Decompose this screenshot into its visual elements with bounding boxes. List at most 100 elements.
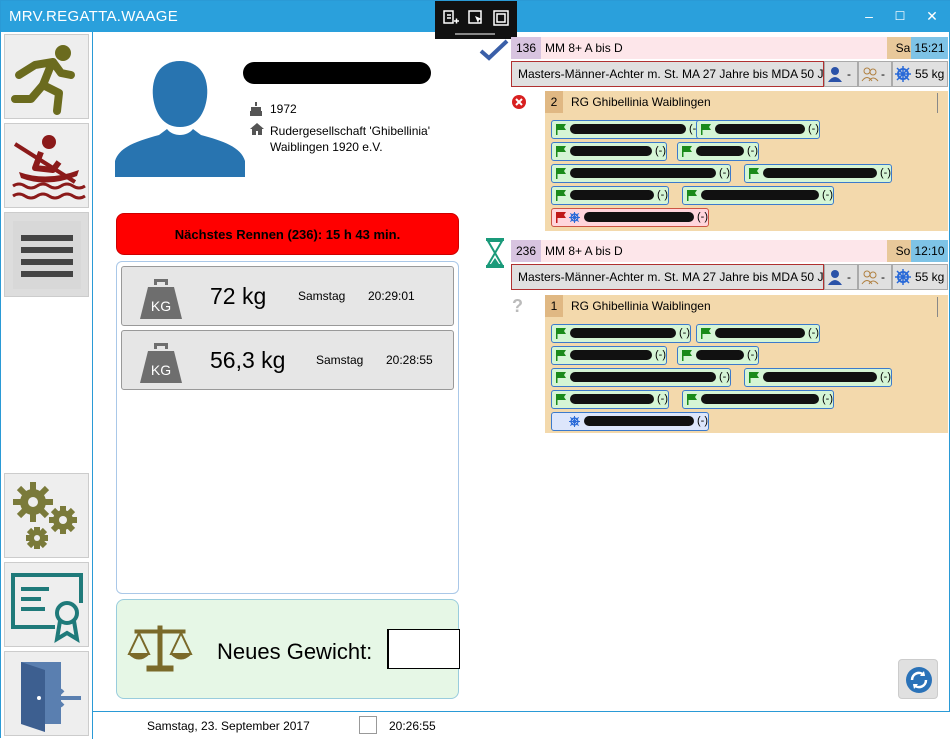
crew-lane: 2 [545,91,563,113]
minimize-button[interactable]: ‒ [859,6,879,26]
toolbar-handle[interactable] [455,33,495,35]
new-weight-panel: Neues Gewicht: [116,599,460,699]
participant-chip[interactable]: (-) [551,120,701,139]
rowers-box: - [824,61,858,87]
participant-status: (-) [747,145,758,157]
participant-name-redacted [701,190,819,201]
participant-chip[interactable]: (-) [551,142,667,161]
new-weight-input[interactable] [387,629,460,669]
live-tree-icon[interactable] [442,9,460,27]
race-number: 236 [511,240,541,262]
participant-status: (-) [822,189,833,201]
cox-weight-box: 55 kg [892,61,948,87]
flag-icon [556,146,566,157]
participant-chip[interactable]: (-) [551,164,731,183]
participant-name-redacted [570,146,652,157]
participant-chip[interactable]: (-) [744,368,892,387]
scale-icon [127,625,193,672]
status-indicator [359,716,377,734]
participant-name-redacted [570,372,716,383]
crew-club: RG Ghibellinia Waiblingen [571,299,711,313]
participant-chip[interactable]: (-) [744,164,892,183]
divider [937,93,938,113]
group-icon [861,270,879,285]
participant-chip[interactable]: (-) [551,324,691,343]
participant-name-redacted [570,168,716,179]
participant-chip[interactable]: (-) [551,368,731,387]
birthday-cake-icon [250,102,262,116]
participant-status: (-) [880,371,891,383]
maximize-button[interactable]: ☐ [890,6,910,26]
new-weight-label: Neues Gewicht: [217,639,373,664]
home-icon [250,123,264,135]
select-element-icon[interactable] [467,9,485,27]
kg-weight-icon: KG [140,343,182,383]
runner-icon [11,45,75,115]
weight-value: 72 kg [210,283,267,309]
layout-adorner-icon[interactable] [492,9,510,27]
nav-menu-button[interactable] [4,212,89,297]
participant-name-redacted [570,124,686,135]
race-header[interactable]: 236 MM 8+ A bis D So 12:10 [511,240,948,262]
svg-text:KG: KG [151,298,171,314]
flag-icon [749,168,759,179]
nav-exit-button[interactable] [4,651,89,736]
exit-icon [21,662,81,732]
nav-rowing-button[interactable] [4,123,89,208]
participant-status: (-) [808,123,819,135]
participant-chip[interactable]: (-) [682,186,834,205]
status-time: 20:26:55 [389,719,436,733]
flag-icon [556,394,566,405]
error-icon [512,95,526,109]
participant-chip[interactable]: (-) [551,186,669,205]
svg-text:KG: KG [151,362,171,378]
participant-status: (-) [719,167,730,179]
team-count: - [881,67,885,81]
race-header[interactable]: 136 MM 8+ A bis D Sa 15:21 [511,37,948,59]
participant-name-redacted [715,124,805,135]
unknown-status-icon: ? [512,296,523,316]
participant-chip[interactable]: (-) [551,346,667,365]
debug-toolbar [435,1,517,39]
flag-icon [556,168,566,179]
participant-chip[interactable]: (-) [677,142,759,161]
race-description: Masters-Männer-Achter m. St. MA 27 Jahre… [511,264,824,290]
participant-status: (-) [697,415,708,427]
flag-icon [556,124,566,135]
nav-settings-button[interactable] [4,473,89,558]
ship-wheel-icon [895,269,911,285]
weighing-row[interactable]: KG 56,3 kg Samstag 20:28:55 [121,330,454,390]
status-date: Samstag, 23. September 2017 [147,719,310,733]
group-icon [861,67,879,82]
team-box: - [858,61,892,87]
flag-icon [556,212,566,223]
weighing-row[interactable]: KG 72 kg Samstag 20:29:01 [121,266,454,326]
flag-icon [682,350,692,361]
flag-icon [682,146,692,157]
participant-chip[interactable]: (-) [551,208,709,227]
race-time: 15:21 [911,37,948,59]
participant-chip[interactable]: (-) [696,120,820,139]
rowing-icon [12,135,86,200]
race-number: 136 [511,37,541,59]
participant-chip[interactable]: (-) [677,346,759,365]
rowers-count: - [847,67,851,81]
participant-chip[interactable]: (-) [696,324,820,343]
nav-athletes-button[interactable] [4,34,89,119]
participant-status: (-) [655,145,666,157]
nav-certificate-button[interactable] [4,562,89,647]
participant-name-redacted [584,212,694,223]
participant-name-redacted [570,328,676,339]
participant-chip[interactable]: (-) [682,390,834,409]
certificate-icon [11,573,83,643]
participant-status: (-) [808,327,819,339]
race-description: Masters-Männer-Achter m. St. MA 27 Jahre… [511,61,824,87]
participant-chip[interactable]: (-) [551,390,669,409]
divider [937,297,938,317]
person-icon [828,67,842,82]
team-count: - [881,270,885,284]
close-button[interactable]: ✕ [922,6,942,26]
participant-name-redacted [715,328,805,339]
participant-chip[interactable]: (-) [551,412,709,431]
refresh-button[interactable] [898,659,938,699]
